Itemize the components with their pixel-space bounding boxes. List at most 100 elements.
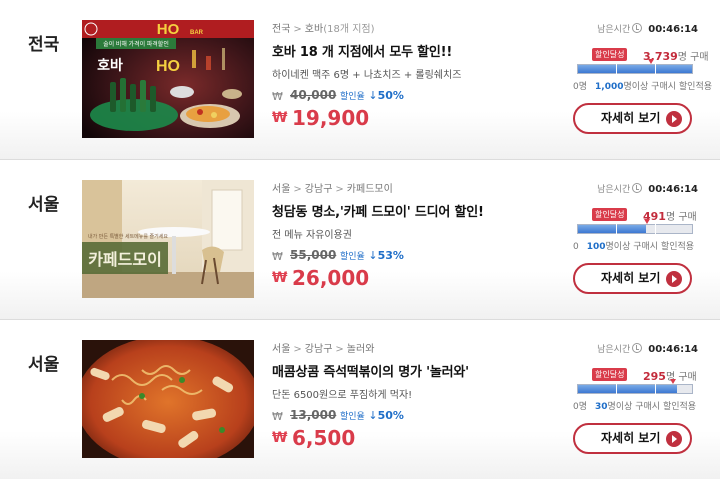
cafe-sign: 카페드모이 — [88, 250, 162, 269]
deal-info: 서울 > 강남구 > 카페드모이 청담동 명소,'카페 드모이' 드디어 할인! 전 메… — [272, 180, 572, 290]
hobar-logo-bar: BAR — [190, 30, 204, 36]
cafe-caption: 내가 만든 특별한 세트메뉴를 즐기세요 — [88, 233, 168, 240]
down-arrow-icon: ↓ — [368, 89, 378, 102]
deal-image-hobar[interactable]: HO BAR 술이 비해 가격이 파격할인 호바 HO — [82, 20, 254, 138]
breadcrumb-separator: > — [293, 344, 302, 355]
min-buyers: 1,000 — [595, 82, 624, 92]
original-price-row: ₩ 13,000 할인율 ↓50% — [272, 408, 572, 424]
progress-tick — [655, 224, 656, 234]
arrow-right-icon — [666, 111, 682, 127]
deal-info: 전국 > 호바(18개 지점) 호바 18 개 지점에서 모두 할인!! 하이네켄 … — [272, 20, 572, 130]
sale-price: 26,000 — [292, 266, 370, 290]
progress-fill — [578, 65, 692, 73]
progress-marker-icon — [644, 219, 650, 224]
breadcrumb-item[interactable]: 강남구 — [305, 344, 333, 355]
scale-zero: 0 — [573, 242, 579, 252]
discount-value: 50% — [377, 89, 404, 102]
discount-label: 할인율 — [340, 92, 365, 102]
deal-region: 서울 — [28, 195, 60, 215]
sold-count-value: 295 — [643, 370, 666, 383]
breadcrumb-item[interactable]: 카페드모이 — [347, 184, 393, 195]
sold-suffix: 명 구매 — [665, 212, 697, 223]
discount-label: 할인율 — [340, 412, 365, 422]
discount-rate: 할인율 ↓50% — [340, 89, 404, 102]
view-details-label: 자세히 보기 — [601, 111, 661, 125]
discount-rate: 할인율 ↓50% — [340, 409, 404, 422]
view-details-label: 자세히 보기 — [601, 271, 661, 285]
sold-suffix: 명 구매 — [677, 52, 709, 63]
remaining-label: 남은시간 — [597, 185, 631, 195]
deal-image-tteokbokki[interactable] — [82, 340, 254, 458]
remaining-label: 남은시간 — [597, 25, 631, 35]
progress-marker-icon — [648, 59, 654, 64]
original-price-row: ₩ 40,000 할인율 ↓50% — [272, 88, 572, 104]
progress-fill — [578, 225, 647, 233]
view-details-button[interactable]: 자세히 보기 — [573, 423, 692, 454]
original-price-row: ₩ 55,000 할인율 ↓53% — [272, 248, 572, 264]
deal-info: 서울 > 강남구 > 놀러와 매콤상콤 즉석떡볶이의 명가 '놀러와' 단돈 6500원… — [272, 340, 572, 450]
hobar-sign: 호바 — [97, 58, 123, 74]
breadcrumb-item[interactable]: 강남구 — [305, 184, 333, 195]
breadcrumb: 서울 > 강남구 > 카페드모이 — [272, 180, 572, 195]
hobar-banner: 술이 비해 가격이 파격할인 — [103, 40, 169, 48]
progress-bar — [577, 379, 693, 394]
breadcrumb-item[interactable]: 놀러와 — [347, 344, 375, 355]
breadcrumb-item[interactable]: 전국 — [272, 24, 290, 35]
currency-symbol: ₩ — [272, 430, 288, 446]
breadcrumb: 서울 > 강남구 > 놀러와 — [272, 340, 572, 355]
hobar-logo: HO — [157, 21, 180, 38]
view-details-label: 자세히 보기 — [601, 431, 661, 445]
deal-region: 서울 — [28, 355, 60, 375]
remaining-time-value: 00:46:14 — [648, 184, 698, 195]
discount-label: 할인율 — [340, 252, 365, 262]
discount-rate: 할인율 ↓53% — [340, 249, 404, 262]
currency-symbol: ₩ — [272, 110, 288, 126]
clock-icon — [632, 23, 643, 33]
currency-symbol: ₩ — [272, 410, 283, 423]
sold-count: 491명 구매 — [643, 208, 697, 223]
remaining-time-value: 00:46:14 — [648, 24, 698, 35]
breadcrumb-item[interactable]: 호바 — [305, 24, 323, 35]
breadcrumb: 전국 > 호바(18개 지점) — [272, 20, 572, 35]
currency-symbol: ₩ — [272, 270, 288, 286]
breadcrumb-item[interactable]: 서울 — [272, 344, 290, 355]
deal-title[interactable]: 매콤상콤 즉석떡볶이의 명가 '놀러와' — [272, 361, 572, 380]
down-arrow-icon: ↓ — [368, 249, 378, 262]
original-price: 13,000 — [290, 408, 337, 422]
deal-description: 전 메뉴 자유이용권 — [272, 230, 352, 241]
scale-zero: 0명 — [573, 402, 588, 412]
progress-tick — [616, 384, 617, 394]
currency-symbol: ₩ — [272, 90, 283, 103]
branch-count: (18개 지점) — [323, 24, 375, 35]
view-details-button[interactable]: 자세히 보기 — [573, 263, 692, 294]
sale-price: 6,500 — [292, 426, 356, 450]
original-price: 40,000 — [290, 88, 337, 102]
breadcrumb-separator: > — [335, 184, 344, 195]
view-details-button[interactable]: 자세히 보기 — [573, 103, 692, 134]
deal-title[interactable]: 호바 18 개 지점에서 모두 할인!! — [272, 41, 572, 60]
progress-scale: 0명 30명이상 구매시 할인적용 — [573, 399, 696, 412]
progress-scale: 0 100명이상 구매시 할인적용 — [573, 239, 694, 252]
breadcrumb-separator: > — [293, 24, 302, 35]
deal-image-cafe-demoi[interactable]: 내가 만든 특별한 세트메뉴를 즐기세요 카페드모이 — [82, 180, 254, 298]
arrow-right-icon — [666, 431, 682, 447]
remaining-time-value: 00:46:14 — [648, 344, 698, 355]
remaining-time: 남은시간 00:46:14 — [568, 342, 698, 355]
breadcrumb-separator: > — [335, 344, 344, 355]
deal-region: 전국 — [28, 35, 60, 55]
hobar-sign-logo: HO — [156, 58, 180, 75]
breadcrumb-item[interactable]: 서울 — [272, 184, 290, 195]
discount-value: 53% — [377, 249, 404, 262]
remaining-label: 남은시간 — [597, 345, 631, 355]
arrow-right-icon — [666, 271, 682, 287]
progress-marker-icon — [670, 379, 676, 384]
progress-tick — [616, 224, 617, 234]
deal-title[interactable]: 청담동 명소,'카페 드모이' 드디어 할인! — [272, 201, 572, 220]
discount-achieved-badge: 할인달성 — [592, 48, 628, 61]
original-price: 55,000 — [290, 248, 337, 262]
progress-tick — [655, 384, 656, 394]
deal-card: 서울 내가 만든 특별한 세트메뉴를 즐기세요 카페드모이 서울 > 강남구 > 카페드… — [0, 160, 720, 320]
discount-value: 50% — [377, 409, 404, 422]
deal-description: 단돈 6500원으로 푸짐하게 먹자! — [272, 390, 413, 401]
min-buyers-suffix: 명이상 구매시 할인적용 — [605, 242, 695, 252]
